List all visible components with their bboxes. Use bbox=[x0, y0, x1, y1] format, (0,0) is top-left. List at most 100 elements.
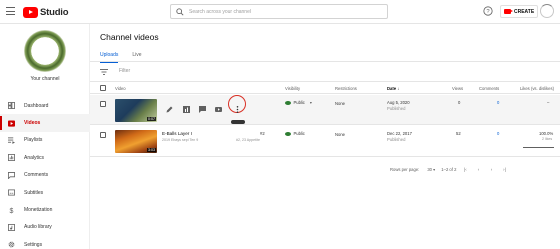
views-value: 0 bbox=[458, 100, 461, 105]
sidebar-item-videos[interactable]: Videos bbox=[0, 114, 90, 132]
dropdown-arrow-icon: ▾ bbox=[309, 100, 313, 105]
filter-bar[interactable]: Filter bbox=[90, 63, 560, 82]
video-rank: #2 bbox=[260, 131, 265, 136]
playlists-icon bbox=[8, 137, 15, 144]
logo-text: Studio bbox=[40, 6, 69, 18]
column-restrictions[interactable]: Restrictions bbox=[335, 86, 357, 91]
table-row[interactable]: 0:07 Public ▾ None Aug 5, 2020 Published… bbox=[90, 95, 560, 125]
account-avatar[interactable] bbox=[540, 4, 554, 18]
comments-icon bbox=[8, 171, 15, 179]
likes-detail: 2 likes bbox=[542, 137, 553, 141]
table-header: Video Visibility Restrictions Date ↓ Vie… bbox=[90, 83, 560, 94]
svg-text:?: ? bbox=[486, 9, 490, 15]
comments-value[interactable]: 0 bbox=[497, 100, 499, 105]
dashboard-icon bbox=[8, 102, 15, 110]
sidebar-item-label: Audio library bbox=[24, 224, 52, 231]
sidebar-item-subtitles[interactable]: Subtitles bbox=[0, 184, 90, 201]
comments-value[interactable]: 0 bbox=[497, 131, 499, 136]
row-checkbox[interactable] bbox=[100, 101, 106, 107]
column-date-label: Date bbox=[387, 86, 397, 91]
menu-icon[interactable] bbox=[6, 7, 15, 15]
more-options-icon[interactable] bbox=[233, 105, 242, 114]
sidebar-item-playlists[interactable]: Playlists bbox=[0, 132, 90, 149]
previous-page-icon[interactable]: ‹ bbox=[474, 165, 482, 173]
row-checkbox[interactable] bbox=[100, 132, 106, 138]
sidebar-item-label: Comments bbox=[24, 172, 49, 179]
studio-logo[interactable]: Studio bbox=[23, 6, 69, 18]
restrictions-value: None bbox=[335, 101, 346, 106]
search-input[interactable] bbox=[189, 8, 379, 15]
video-thumbnail[interactable]: 3:03 bbox=[115, 130, 157, 153]
visibility-value: Public bbox=[293, 131, 305, 136]
eye-icon bbox=[285, 100, 291, 105]
video-description: 2019 Ebays sepi Ten 9 bbox=[162, 138, 199, 142]
date-value: Aug 5, 2020 bbox=[387, 100, 410, 105]
sidebar-item-label: Playlists bbox=[24, 137, 43, 144]
sidebar-item-label: Settings bbox=[24, 241, 43, 248]
next-page-icon[interactable]: › bbox=[487, 165, 495, 173]
views-value: 52 bbox=[456, 131, 461, 136]
sidebar-item-monetization[interactable]: $ Monetization bbox=[0, 201, 90, 218]
sort-down-icon: ↓ bbox=[397, 86, 400, 91]
likes-value: 100.0% bbox=[539, 131, 554, 136]
video-camera-icon bbox=[504, 9, 513, 14]
first-page-icon[interactable]: |‹ bbox=[461, 165, 469, 173]
comments-icon[interactable] bbox=[198, 105, 207, 114]
video-duration: 3:03 bbox=[147, 148, 156, 152]
search-icon bbox=[176, 7, 184, 16]
subtitles-icon bbox=[8, 189, 15, 196]
select-all-checkbox[interactable] bbox=[100, 85, 106, 91]
sidebar-item-comments[interactable]: Comments bbox=[0, 167, 90, 184]
sidebar-item-dashboard[interactable]: Dashboard bbox=[0, 97, 90, 114]
sidebar-item-analytics[interactable]: Analytics bbox=[0, 149, 90, 166]
column-video: Video bbox=[115, 86, 126, 91]
column-visibility[interactable]: Visibility bbox=[285, 86, 300, 91]
analytics-icon bbox=[8, 154, 15, 162]
top-bar: Studio ? CREATE bbox=[0, 0, 560, 24]
help-icon[interactable]: ? bbox=[483, 6, 493, 16]
filter-icon bbox=[100, 69, 108, 75]
column-views[interactable]: Views bbox=[452, 86, 463, 91]
video-thumbnail[interactable]: 0:07 bbox=[115, 99, 157, 122]
create-button[interactable]: CREATE bbox=[500, 5, 539, 18]
sidebar-item-label: Videos bbox=[24, 120, 41, 127]
filter-input[interactable]: Filter bbox=[119, 68, 130, 74]
audio-library-icon bbox=[8, 223, 15, 231]
youtube-logo-icon bbox=[23, 6, 38, 18]
page-title: Channel videos bbox=[100, 32, 159, 42]
visibility-select[interactable]: Public ▾ bbox=[285, 100, 312, 105]
rows-per-page-select[interactable]: 30 ▾ bbox=[427, 167, 435, 172]
pencil-icon[interactable] bbox=[165, 105, 174, 114]
rows-per-page-label: Rows per page: bbox=[390, 166, 420, 172]
svg-text:$: $ bbox=[10, 208, 14, 214]
video-rank-note: #2, 23 Appetite bbox=[236, 138, 260, 142]
video-title[interactable]: E-Balls Layer I bbox=[162, 131, 192, 136]
column-likes[interactable]: Likes (vs. dislikes) bbox=[520, 86, 554, 91]
last-page-icon[interactable]: ›| bbox=[500, 165, 508, 173]
create-label: CREATE bbox=[514, 8, 535, 15]
date-status: Published bbox=[387, 106, 406, 111]
sidebar: Your channel Dashboard Videos Playlists … bbox=[0, 24, 90, 249]
youtube-play-icon[interactable] bbox=[214, 105, 223, 114]
main-content: Channel videos Uploads Live Filter Video… bbox=[90, 24, 560, 249]
visibility-value-wrap[interactable]: Public bbox=[285, 131, 305, 136]
sidebar-item-label: Analytics bbox=[24, 154, 45, 161]
column-date[interactable]: Date ↓ bbox=[387, 86, 399, 91]
column-comments[interactable]: Comments bbox=[479, 86, 499, 91]
channel-avatar[interactable] bbox=[24, 30, 66, 72]
sidebar-item-label: Subtitles bbox=[24, 189, 44, 196]
sidebar-item-audio-library[interactable]: Audio library bbox=[0, 219, 90, 236]
table-row[interactable]: 3:03 E-Balls Layer I 2019 Ebays sepi Ten… bbox=[90, 126, 560, 157]
options-tooltip bbox=[231, 120, 245, 124]
channel-name: Your channel bbox=[30, 76, 60, 82]
monetization-icon: $ bbox=[10, 208, 14, 214]
analytics-icon[interactable] bbox=[182, 105, 191, 114]
eye-icon bbox=[285, 131, 291, 136]
date-status: Published bbox=[387, 137, 406, 142]
gear-icon bbox=[8, 241, 15, 248]
sidebar-nav: Dashboard Videos Playlists Analytics Com… bbox=[0, 97, 90, 249]
sidebar-item-settings[interactable]: Settings bbox=[0, 236, 90, 249]
tabs-divider bbox=[90, 61, 560, 62]
search-box[interactable] bbox=[170, 4, 388, 19]
sidebar-item-label: Monetization bbox=[24, 207, 53, 214]
